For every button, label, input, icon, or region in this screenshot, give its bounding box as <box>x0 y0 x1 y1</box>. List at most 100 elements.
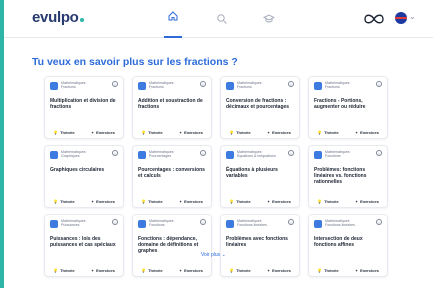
theory-button[interactable]: 💡 Théorie <box>53 199 74 204</box>
sparkle-icon: ✦ <box>178 268 183 273</box>
exercises-button[interactable]: ✦ Exercices <box>91 199 115 204</box>
flag-icon[interactable] <box>395 12 407 24</box>
lightbulb-icon: 💡 <box>229 130 235 135</box>
theory-button[interactable]: 💡 Théorie <box>317 268 338 273</box>
subject-icon <box>226 220 234 228</box>
subject-icon <box>50 82 58 90</box>
exercises-button[interactable]: ✦ Exercices <box>355 199 379 204</box>
theory-button[interactable]: 💡 Théorie <box>317 130 338 135</box>
top-navigation: evulpo ⌄ <box>4 0 433 38</box>
info-icon[interactable]: i <box>288 150 294 156</box>
sparkle-icon: ✦ <box>354 268 359 273</box>
theory-button[interactable]: 💡 Théorie <box>53 130 74 135</box>
info-icon[interactable]: i <box>376 150 382 156</box>
lesson-title: Problèmes: fonctions linéaires vs. fonct… <box>314 167 367 185</box>
info-icon[interactable]: i <box>200 150 206 156</box>
exercises-button[interactable]: ✦ Exercices <box>91 268 115 273</box>
exercises-button[interactable]: ✦ Exercices <box>179 199 203 204</box>
subject-icon <box>138 82 146 90</box>
evulpo-logo[interactable]: evulpo <box>32 9 84 26</box>
lightbulb-icon: 💡 <box>141 268 147 273</box>
subject-label: Mathématiques Équations & inéquations <box>237 150 276 159</box>
subject-icon <box>314 82 322 90</box>
sparkle-icon: ✦ <box>354 130 359 135</box>
lightbulb-icon: 💡 <box>317 199 323 204</box>
theory-button[interactable]: 💡 Théorie <box>229 268 250 273</box>
exercises-button[interactable]: ✦ Exercices <box>355 268 379 273</box>
card-actions: 💡 Théorie ✦ Exercices <box>133 199 211 204</box>
lesson-title: Intersection de deux fonctions affines <box>314 236 363 248</box>
home-icon[interactable] <box>164 10 182 38</box>
exercises-button[interactable]: ✦ Exercices <box>91 130 115 135</box>
card-actions: 💡 Théorie ✦ Exercices <box>221 199 299 204</box>
lesson-card[interactable]: Mathématiques Fractions i Fractions - Porti… <box>308 76 388 139</box>
exercises-button[interactable]: ✦ Exercices <box>179 268 203 273</box>
subject-icon <box>226 151 234 159</box>
exercises-button[interactable]: ✦ Exercices <box>179 130 203 135</box>
graduation-icon[interactable] <box>260 10 278 28</box>
lesson-card[interactable]: Mathématiques Fractions i Addition et soust… <box>132 76 212 139</box>
see-more-link[interactable]: Voir plus ⌄ <box>201 252 226 258</box>
subject-label: Mathématiques Fractions <box>149 81 174 90</box>
lesson-card[interactable]: Mathématiques Pourcentages i Pourcentages :… <box>132 145 212 208</box>
exercises-button[interactable]: ✦ Exercices <box>267 268 291 273</box>
subject-icon <box>138 151 146 159</box>
app-window: evulpo ⌄ Tu veux en savoir plus sur les … <box>0 0 433 288</box>
card-actions: 💡 Théorie ✦ Exercices <box>133 130 211 135</box>
lesson-card[interactable]: Mathématiques Fonctions linéaires i Problèm… <box>220 214 300 277</box>
card-actions: 💡 Théorie ✦ Exercices <box>45 130 123 135</box>
search-icon[interactable] <box>213 10 231 28</box>
theory-button[interactable]: 💡 Théorie <box>229 199 250 204</box>
lesson-title: Graphiques circulaires <box>50 167 105 173</box>
subject-label: Mathématiques Fractions <box>61 81 86 90</box>
lesson-card[interactable]: Mathématiques Fractions i Multiplication et… <box>44 76 124 139</box>
lesson-card[interactable]: Mathématiques Puissances i Puissances : loi… <box>44 214 124 277</box>
card-actions: 💡 Théorie ✦ Exercices <box>45 268 123 273</box>
card-actions: 💡 Théorie ✦ Exercices <box>221 268 299 273</box>
info-icon[interactable]: i <box>112 150 118 156</box>
card-actions: 💡 Théorie ✦ Exercices <box>221 130 299 135</box>
card-actions: 💡 Théorie ✦ Exercices <box>45 199 123 204</box>
lesson-card[interactable]: Mathématiques Graphiques i Graphiques circu… <box>44 145 124 208</box>
info-icon[interactable]: i <box>288 219 294 225</box>
exercises-button[interactable]: ✦ Exercices <box>267 199 291 204</box>
lightbulb-icon: 💡 <box>53 130 59 135</box>
lightbulb-icon: 💡 <box>317 130 323 135</box>
lesson-card[interactable]: Mathématiques Fractions i Conversion de fra… <box>220 76 300 139</box>
lesson-title: Problèmes avec fonctions linéaires <box>226 236 288 248</box>
lightbulb-icon: 💡 <box>229 199 235 204</box>
sparkle-icon: ✦ <box>266 199 271 204</box>
info-icon[interactable]: i <box>112 81 118 87</box>
theory-button[interactable]: 💡 Théorie <box>141 130 162 135</box>
card-actions: 💡 Théorie ✦ Exercices <box>309 130 387 135</box>
lesson-card[interactable]: Mathématiques Fonctions i Fonctions : dépen… <box>132 214 212 277</box>
lesson-title: Pourcentages : conversions et calculs <box>138 167 205 179</box>
lesson-card[interactable]: Mathématiques Équations & inéquations i Équ… <box>220 145 300 208</box>
chevron-down-icon[interactable]: ⌄ <box>409 12 416 21</box>
lesson-title: Conversion de fractions : décimaux et po… <box>226 98 290 110</box>
lesson-card[interactable]: Mathématiques Fonctions i Problèmes: foncti… <box>308 145 388 208</box>
info-icon[interactable]: i <box>200 219 206 225</box>
info-icon[interactable]: i <box>376 81 382 87</box>
lesson-title: Puissances : lois des puissances et cas … <box>50 236 116 248</box>
exercises-button[interactable]: ✦ Exercices <box>267 130 291 135</box>
lightbulb-icon: 💡 <box>53 199 59 204</box>
theory-button[interactable]: 💡 Théorie <box>53 268 74 273</box>
info-icon[interactable]: i <box>200 81 206 87</box>
theory-button[interactable]: 💡 Théorie <box>229 130 250 135</box>
accent-sidebar-strip <box>0 0 4 288</box>
subject-icon <box>226 82 234 90</box>
subject-icon <box>50 220 58 228</box>
info-icon[interactable]: i <box>112 219 118 225</box>
theory-button[interactable]: 💡 Théorie <box>317 199 338 204</box>
subject-label: Mathématiques Fractions <box>325 81 350 90</box>
infinity-icon[interactable] <box>364 12 384 30</box>
info-icon[interactable]: i <box>376 219 382 225</box>
theory-button[interactable]: 💡 Théorie <box>141 268 162 273</box>
subject-label: Mathématiques Puissances <box>61 219 86 228</box>
subject-icon <box>50 151 58 159</box>
info-icon[interactable]: i <box>288 81 294 87</box>
lesson-card[interactable]: Mathématiques Fonctions linéaires i Interse… <box>308 214 388 277</box>
theory-button[interactable]: 💡 Théorie <box>141 199 162 204</box>
exercises-button[interactable]: ✦ Exercices <box>355 130 379 135</box>
